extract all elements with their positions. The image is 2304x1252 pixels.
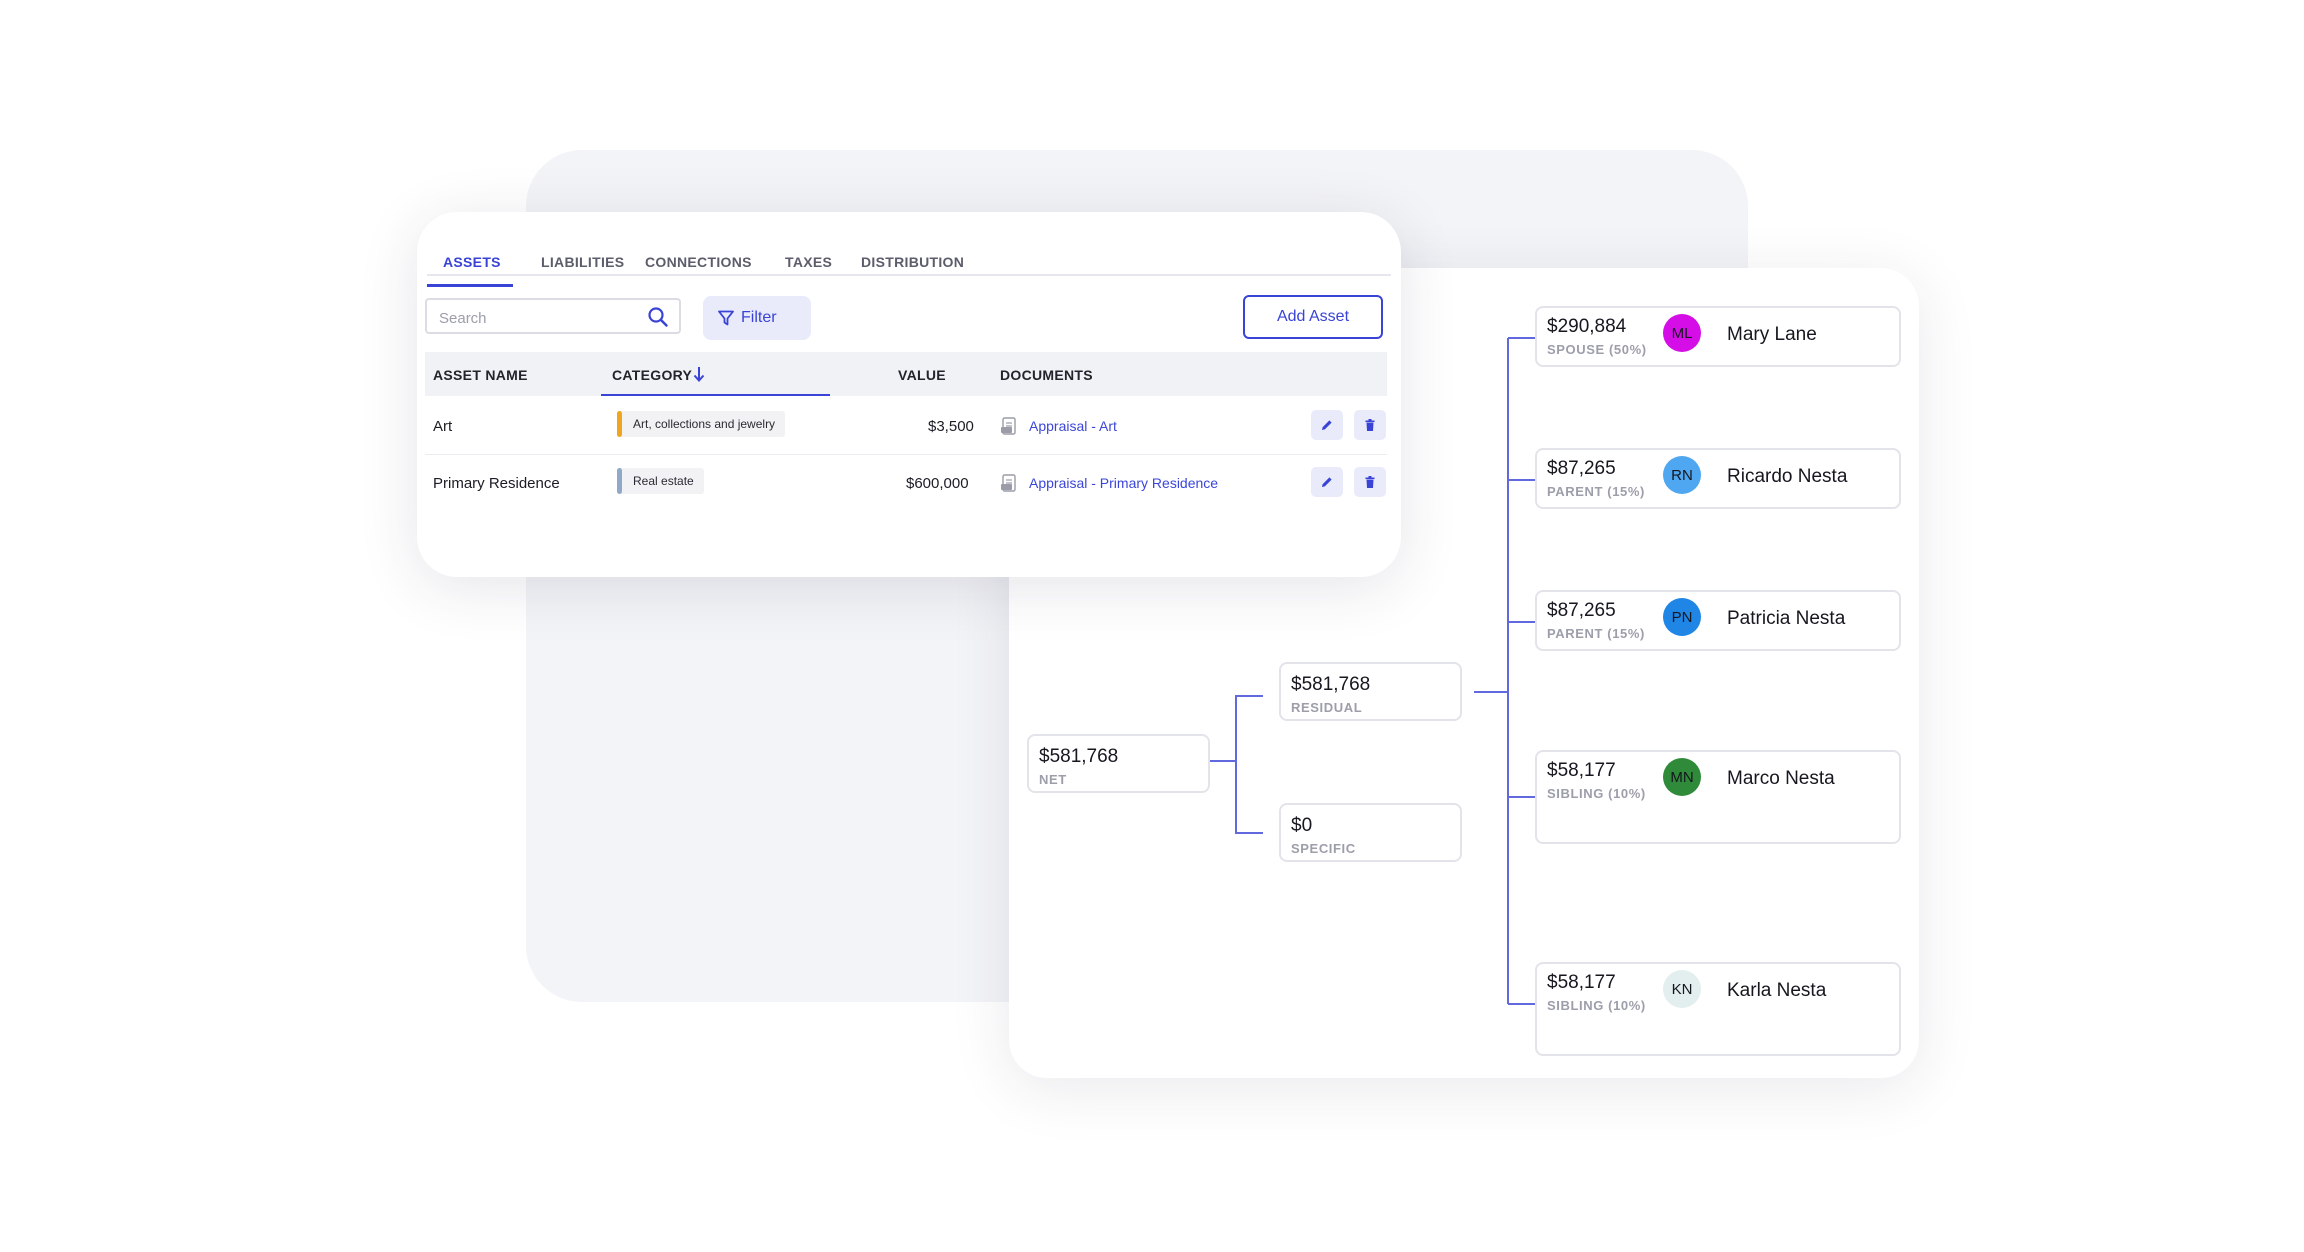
asset-name: Art	[433, 418, 453, 435]
beneficiary-node[interactable]: $87,265 PARENT (15%) RN Ricardo Nesta	[1535, 448, 1901, 509]
document-link[interactable]: Appraisal - Primary Residence	[1029, 475, 1218, 491]
specific-label: SPECIFIC	[1291, 841, 1356, 856]
category-label: Real estate	[633, 474, 694, 488]
filter-button[interactable]: Filter	[703, 296, 811, 340]
trash-icon	[1365, 419, 1375, 431]
beneficiary-name: Ricardo Nesta	[1727, 466, 1848, 487]
category-label: Art, collections and jewelry	[633, 417, 776, 431]
tab-liabilities[interactable]: LIABILITIES	[541, 254, 624, 270]
document-icon	[1001, 474, 1016, 492]
beneficiary-node[interactable]: $290,884 SPOUSE (50%) ML Mary Lane	[1535, 306, 1901, 367]
trash-icon	[1365, 476, 1375, 488]
beneficiary-relation: SPOUSE (50%)	[1547, 342, 1647, 357]
category-color-bar	[617, 411, 622, 437]
tab-bar: ASSETS LIABILITIES CONNECTIONS TAXES DIS…	[427, 242, 1391, 287]
asset-value: $3,500	[928, 418, 974, 435]
column-asset-name[interactable]: ASSET NAME	[433, 367, 528, 383]
asset-name: Primary Residence	[433, 475, 560, 492]
category-tag: Art, collections and jewelry	[617, 411, 786, 437]
beneficiary-name: Marco Nesta	[1727, 768, 1835, 789]
avatar: KN	[1663, 970, 1701, 1008]
sort-arrow-down-icon[interactable]	[692, 365, 706, 383]
beneficiary-node[interactable]: $58,177 SIBLING (10%) KN Karla Nesta	[1535, 962, 1901, 1056]
tab-assets[interactable]: ASSETS	[443, 254, 501, 270]
pencil-icon	[1322, 477, 1332, 487]
category-color-bar	[617, 468, 622, 494]
specific-amount: $0	[1291, 815, 1313, 836]
beneficiary-name: Karla Nesta	[1727, 980, 1827, 1001]
residual-node[interactable]: $581,768 RESIDUAL	[1279, 662, 1462, 721]
sorted-column-indicator	[601, 394, 830, 396]
net-node[interactable]: $581,768 NET	[1027, 734, 1210, 793]
beneficiary-relation: SIBLING (10%)	[1547, 998, 1646, 1013]
column-category[interactable]: CATEGORY	[612, 367, 692, 383]
delete-button[interactable]	[1354, 410, 1386, 440]
filter-label: Filter	[741, 309, 777, 326]
tab-connections[interactable]: CONNECTIONS	[645, 254, 752, 270]
residual-amount: $581,768	[1291, 674, 1371, 695]
table-header: ASSET NAME CATEGORY VALUE DOCUMENTS	[425, 352, 1387, 396]
beneficiary-name: Mary Lane	[1727, 324, 1817, 345]
category-tag: Real estate	[617, 468, 704, 494]
document-icon	[1001, 417, 1016, 435]
residual-label: RESIDUAL	[1291, 700, 1363, 715]
beneficiary-amount: $290,884	[1547, 316, 1627, 337]
asset-value: $600,000	[906, 475, 969, 492]
assets-card: ASSETS LIABILITIES CONNECTIONS TAXES DIS…	[417, 212, 1401, 577]
search-icon[interactable]	[647, 306, 669, 328]
delete-button[interactable]	[1354, 467, 1386, 497]
filter-icon	[718, 310, 734, 326]
search-box[interactable]	[425, 298, 681, 334]
tab-taxes[interactable]: TAXES	[785, 254, 832, 270]
beneficiary-relation: PARENT (15%)	[1547, 484, 1645, 499]
avatar: MN	[1663, 758, 1701, 796]
net-label: NET	[1039, 772, 1067, 787]
beneficiary-amount: $58,177	[1547, 972, 1616, 993]
active-tab-indicator	[427, 284, 513, 287]
document-link[interactable]: Appraisal - Art	[1029, 418, 1117, 434]
beneficiary-relation: PARENT (15%)	[1547, 626, 1645, 641]
beneficiary-node[interactable]: $58,177 SIBLING (10%) MN Marco Nesta	[1535, 750, 1901, 844]
avatar: ML	[1663, 314, 1701, 352]
avatar: RN	[1663, 456, 1701, 494]
beneficiary-amount: $87,265	[1547, 600, 1616, 621]
beneficiary-relation: SIBLING (10%)	[1547, 786, 1646, 801]
net-amount: $581,768	[1039, 746, 1119, 767]
column-value[interactable]: VALUE	[898, 367, 946, 383]
table-row[interactable]: Art Art, collections and jewelry $3,500 …	[425, 398, 1387, 455]
beneficiary-node[interactable]: $87,265 PARENT (15%) PN Patricia Nesta	[1535, 590, 1901, 651]
table-row[interactable]: Primary Residence Real estate $600,000 A…	[425, 455, 1387, 511]
tab-distribution[interactable]: DISTRIBUTION	[861, 254, 964, 270]
specific-node[interactable]: $0 SPECIFIC	[1279, 803, 1462, 862]
beneficiary-amount: $58,177	[1547, 760, 1616, 781]
search-input[interactable]	[437, 307, 641, 329]
pencil-icon	[1322, 420, 1332, 430]
add-asset-button[interactable]: Add Asset	[1243, 295, 1383, 339]
beneficiary-amount: $87,265	[1547, 458, 1616, 479]
avatar: PN	[1663, 598, 1701, 636]
column-documents[interactable]: DOCUMENTS	[1000, 367, 1093, 383]
edit-button[interactable]	[1311, 467, 1343, 497]
beneficiary-name: Patricia Nesta	[1727, 608, 1846, 629]
edit-button[interactable]	[1311, 410, 1343, 440]
